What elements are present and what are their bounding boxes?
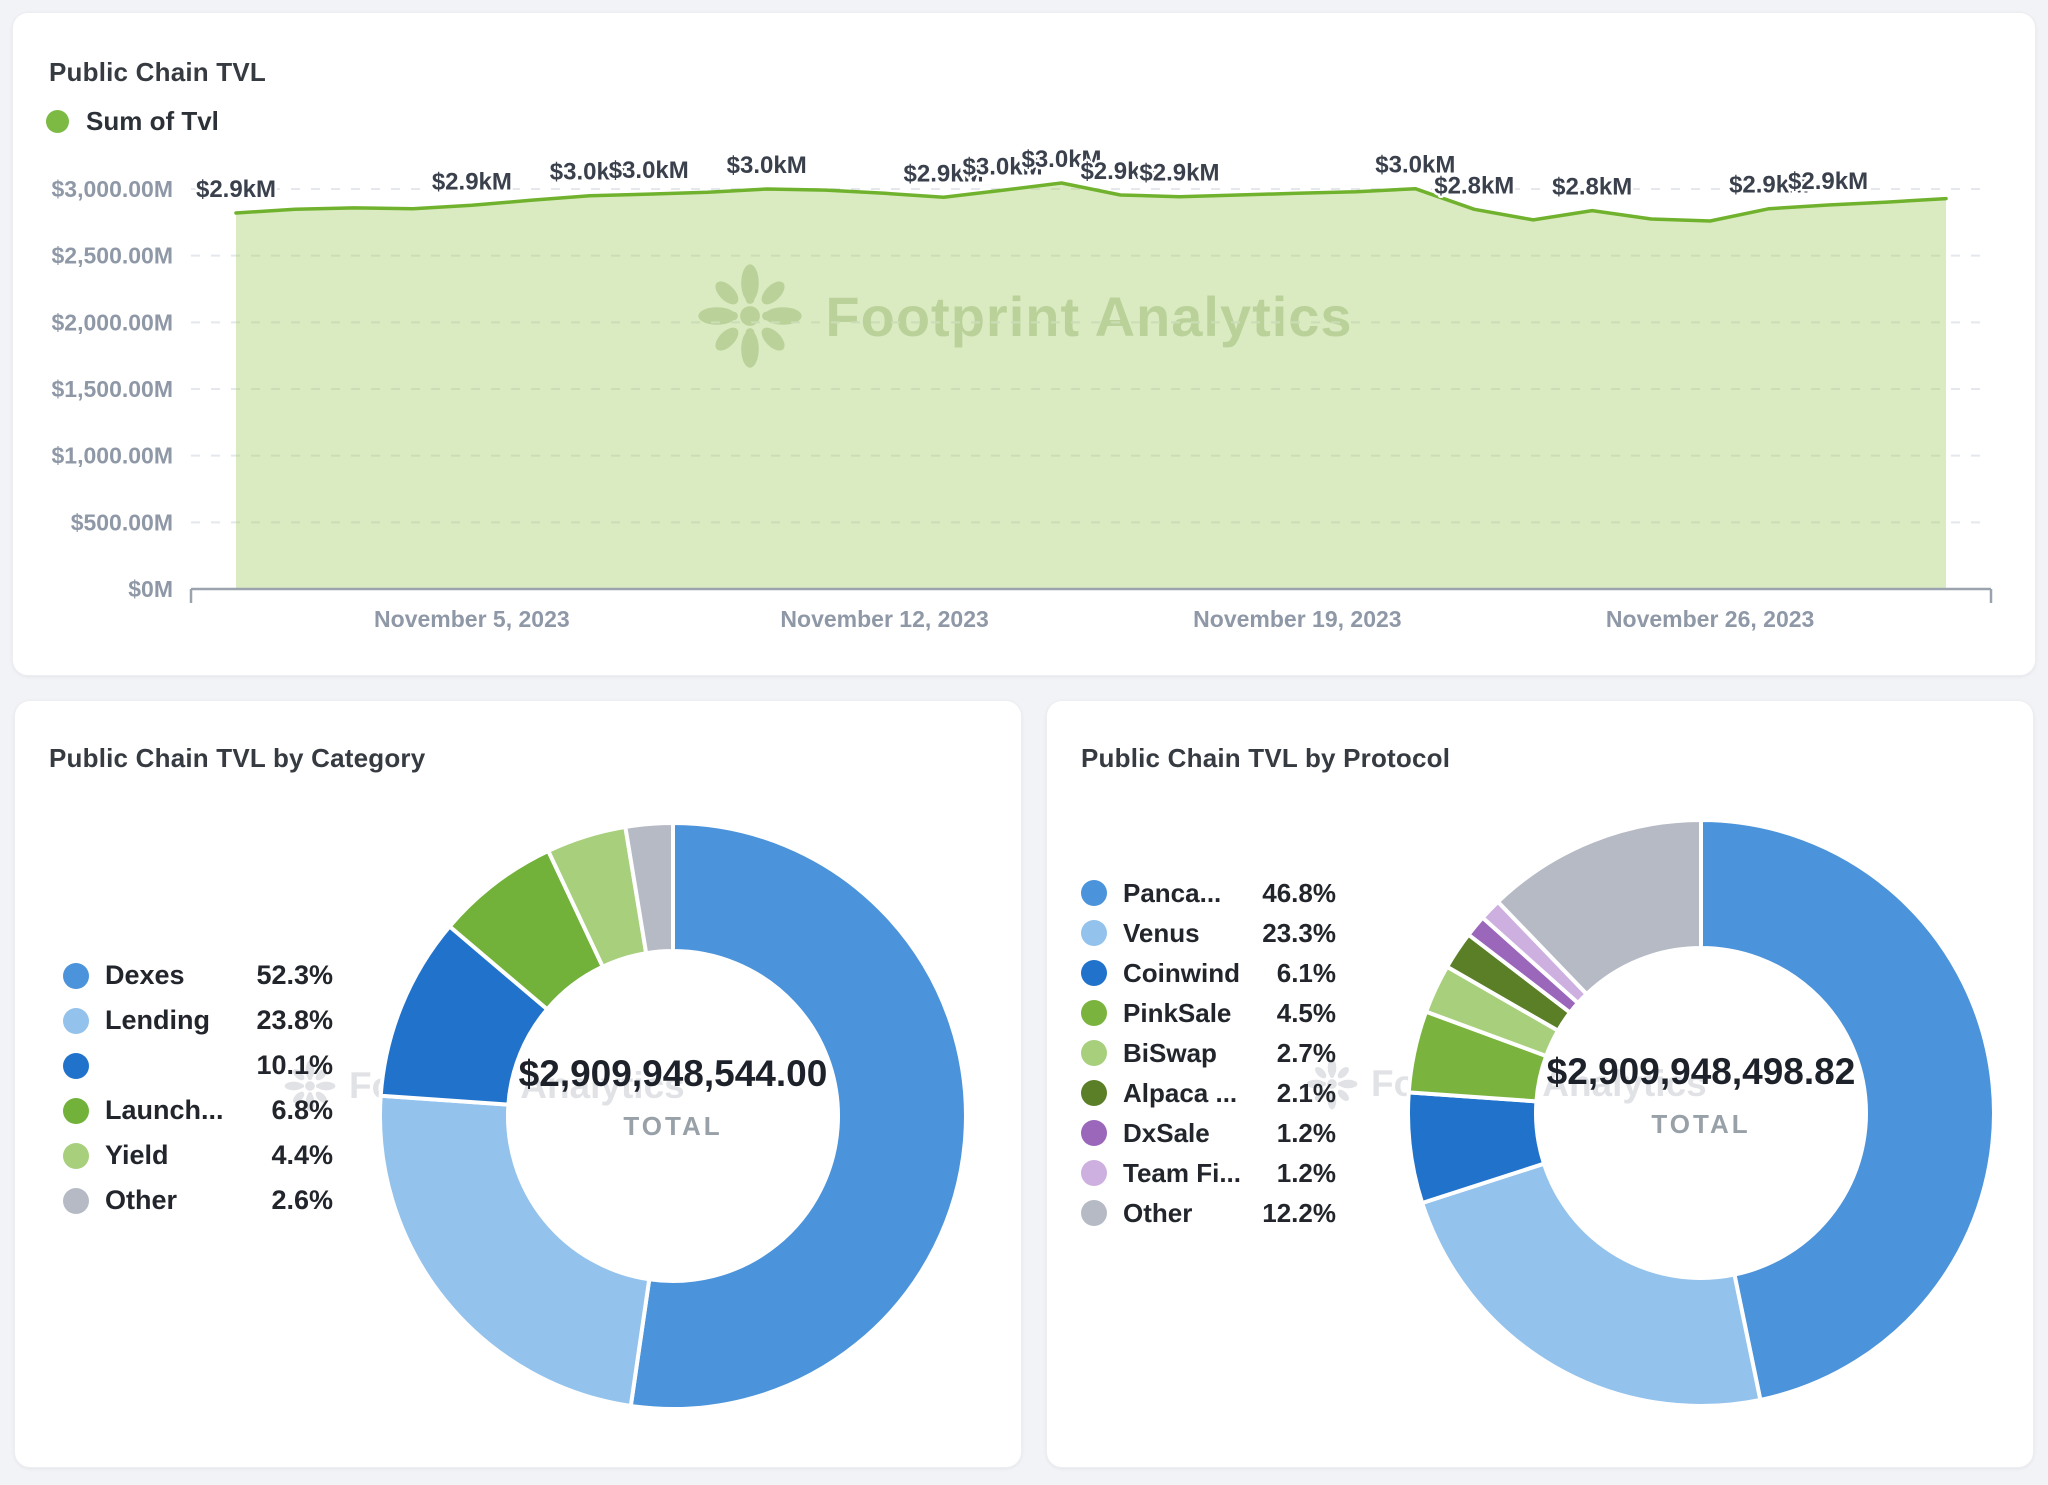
legend-dot-icon	[1081, 1040, 1107, 1066]
legend-item-label: DxSale	[1123, 1118, 1240, 1149]
protocol-card-title: Public Chain TVL by Protocol	[1081, 743, 1450, 774]
protocol-donut-card: Public Chain TVL by Protocol Footprint A…	[1046, 700, 2034, 1468]
data-point-label: $2.8kM	[1434, 172, 1514, 199]
legend-dot-icon	[63, 1053, 89, 1079]
data-point-label: $2.9kM	[196, 176, 276, 203]
legend-item-label: Dexes	[105, 960, 237, 991]
data-point-label: $3.0kM	[609, 157, 689, 184]
legend-item-percent: 1.2%	[1240, 1158, 1336, 1189]
legend-item-label: Team Fi...	[1123, 1158, 1240, 1189]
x-axis-tick-label: November 19, 2023	[1193, 606, 1401, 632]
legend-item-label: Yield	[105, 1140, 237, 1171]
legend-item-percent: 52.3%	[237, 960, 333, 991]
legend-dot-icon	[1081, 880, 1107, 906]
donut-slice-dexes[interactable]	[631, 823, 966, 1409]
legend-item-unnamed[interactable]: 10.1%	[63, 1043, 333, 1088]
y-axis-tick-label: $1,000.00M	[52, 443, 173, 469]
data-point-label: $2.9kM	[432, 168, 512, 195]
legend-item-percent: 6.8%	[237, 1095, 333, 1126]
legend-item-panca[interactable]: Panca...46.8%	[1081, 873, 1336, 913]
data-point-label: $3.0kM	[727, 152, 807, 179]
data-point-label: $2.8kM	[1552, 174, 1632, 201]
legend-item-venus[interactable]: Venus23.3%	[1081, 913, 1336, 953]
x-axis-tick-label: November 12, 2023	[780, 606, 988, 632]
legend-item-percent: 10.1%	[237, 1050, 333, 1081]
legend-item-team-fi[interactable]: Team Fi...1.2%	[1081, 1153, 1336, 1193]
legend-item-percent: 2.1%	[1240, 1078, 1336, 1109]
legend-dot-icon	[63, 1143, 89, 1169]
legend-item-lending[interactable]: Lending23.8%	[63, 998, 333, 1043]
legend-item-percent: 23.3%	[1240, 918, 1336, 949]
legend-item-percent: 1.2%	[1240, 1118, 1336, 1149]
legend-dot-icon	[63, 1008, 89, 1034]
tvl-series-legend-label: Sum of Tvl	[86, 106, 219, 137]
legend-item-pinksale[interactable]: PinkSale4.5%	[1081, 993, 1336, 1033]
legend-item-label: Venus	[1123, 918, 1240, 949]
legend-item-coinwind[interactable]: Coinwind6.1%	[1081, 953, 1336, 993]
legend-item-percent: 23.8%	[237, 1005, 333, 1036]
tvl-area-chart: $3,000.00M $2,500.00M $2,000.00M $1,500.00M…	[13, 13, 2037, 675]
y-axis-tick-label: $3,000.00M	[52, 176, 173, 202]
category-donut-chart	[353, 796, 993, 1436]
legend-item-other[interactable]: Other2.6%	[63, 1178, 333, 1223]
legend-item-dxsale[interactable]: DxSale1.2%	[1081, 1113, 1336, 1153]
legend-dot-icon	[1081, 960, 1107, 986]
category-card-title: Public Chain TVL by Category	[49, 743, 425, 774]
x-axis-tick-label: November 5, 2023	[374, 606, 570, 632]
y-axis-tick-label: $1,500.00M	[52, 376, 173, 402]
legend-item-other[interactable]: Other12.2%	[1081, 1193, 1336, 1233]
legend-item-percent: 12.2%	[1240, 1198, 1336, 1229]
legend-item-launch[interactable]: Launch...6.8%	[63, 1088, 333, 1133]
x-axis-tick-label: November 26, 2023	[1606, 606, 1814, 632]
legend-item-label: Alpaca ...	[1123, 1078, 1240, 1109]
legend-item-label: Launch...	[105, 1095, 237, 1126]
tvl-series-legend[interactable]: Sum of Tvl	[46, 106, 219, 137]
legend-item-percent: 4.4%	[237, 1140, 333, 1171]
legend-dot-icon	[1081, 1000, 1107, 1026]
donut-slice-venus[interactable]	[1422, 1164, 1760, 1406]
legend-dot-icon	[1081, 1080, 1107, 1106]
legend-dot-icon	[1081, 1160, 1107, 1186]
legend-dot-icon	[63, 1188, 89, 1214]
legend-item-label: Coinwind	[1123, 958, 1240, 989]
legend-item-label: Panca...	[1123, 878, 1240, 909]
legend-item-label: Other	[105, 1185, 237, 1216]
legend-item-percent: 46.8%	[1240, 878, 1336, 909]
legend-dot-icon	[63, 1098, 89, 1124]
data-point-label: $2.9kM	[1788, 168, 1868, 195]
legend-dot-icon	[46, 110, 69, 133]
legend-item-label: BiSwap	[1123, 1038, 1240, 1069]
legend-dot-icon	[63, 963, 89, 989]
y-axis-tick-label: $2,000.00M	[52, 309, 173, 335]
legend-dot-icon	[1081, 1120, 1107, 1146]
donut-slice-lending[interactable]	[380, 1096, 649, 1406]
data-point-label: $2.9kM	[1139, 160, 1219, 187]
y-axis-tick-label: $0M	[128, 576, 173, 602]
protocol-donut-legend: Panca...46.8%Venus23.3%Coinwind6.1%PinkS…	[1081, 873, 1336, 1233]
y-axis-tick-label: $500.00M	[71, 509, 173, 535]
legend-dot-icon	[1081, 920, 1107, 946]
tvl-area-fill[interactable]	[236, 183, 1946, 589]
legend-item-percent: 4.5%	[1240, 998, 1336, 1029]
legend-item-dexes[interactable]: Dexes52.3%	[63, 953, 333, 998]
donut-slice-panca[interactable]	[1701, 820, 1994, 1400]
legend-dot-icon	[1081, 1200, 1107, 1226]
legend-item-alpaca[interactable]: Alpaca ...2.1%	[1081, 1073, 1336, 1113]
tvl-chart-card: Footprint Analytics $3,000.00M$2,500.00M…	[12, 12, 2036, 676]
legend-item-biswap[interactable]: BiSwap2.7%	[1081, 1033, 1336, 1073]
legend-item-label: PinkSale	[1123, 998, 1240, 1029]
category-donut-legend: Dexes52.3%Lending23.8%10.1%Launch...6.8%…	[63, 953, 333, 1223]
legend-item-yield[interactable]: Yield4.4%	[63, 1133, 333, 1178]
category-donut-card: Public Chain TVL by Category Footprint A…	[14, 700, 1022, 1468]
legend-item-percent: 2.7%	[1240, 1038, 1336, 1069]
legend-item-percent: 2.6%	[237, 1185, 333, 1216]
tvl-chart-title: Public Chain TVL	[49, 57, 266, 88]
protocol-donut-chart	[1381, 793, 2021, 1433]
legend-item-label: Lending	[105, 1005, 237, 1036]
legend-item-percent: 6.1%	[1240, 958, 1336, 989]
y-axis-tick-label: $2,500.00M	[52, 243, 173, 269]
legend-item-label: Other	[1123, 1198, 1240, 1229]
